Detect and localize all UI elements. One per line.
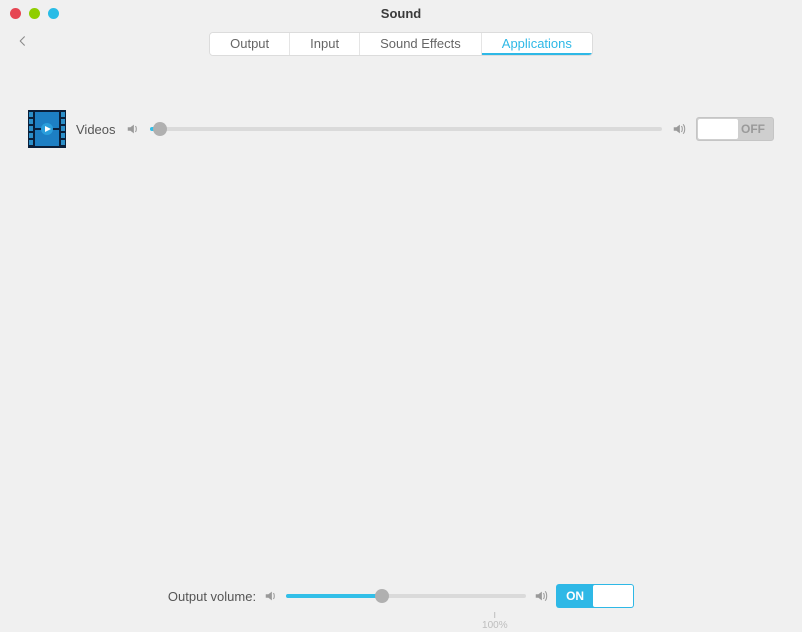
speaker-high-icon xyxy=(534,589,548,603)
app-mute-toggle[interactable]: OFF xyxy=(696,117,774,141)
output-mute-toggle[interactable]: ON xyxy=(556,584,634,608)
output-volume-slider[interactable] xyxy=(286,589,526,603)
content: Videos OFF xyxy=(0,60,802,148)
scale-100-label: 100% xyxy=(482,620,508,631)
app-row: Videos OFF xyxy=(28,110,774,148)
speaker-low-icon xyxy=(264,589,278,603)
window-title: Sound xyxy=(0,6,802,21)
app-label: Videos xyxy=(76,122,116,137)
titlebar: Sound xyxy=(0,0,802,28)
back-button[interactable] xyxy=(16,34,36,54)
tabs: Output Input Sound Effects Applications xyxy=(209,32,593,56)
tab-sound-effects[interactable]: Sound Effects xyxy=(360,33,482,55)
footer: Output volume: ON xyxy=(0,584,802,612)
tab-output[interactable]: Output xyxy=(210,33,290,55)
output-volume-row: Output volume: ON xyxy=(168,584,634,608)
tab-input[interactable]: Input xyxy=(290,33,360,55)
tab-applications[interactable]: Applications xyxy=(482,33,592,55)
videos-app-icon xyxy=(28,110,66,148)
app-volume-slider[interactable] xyxy=(150,122,662,136)
toggle-label: ON xyxy=(566,589,584,603)
chevron-left-icon xyxy=(16,34,30,48)
toggle-label: OFF xyxy=(741,122,765,136)
speaker-high-icon xyxy=(672,122,686,136)
output-volume-label: Output volume: xyxy=(168,589,256,604)
speaker-low-icon xyxy=(126,122,140,136)
toolbar: Output Input Sound Effects Applications xyxy=(0,28,802,60)
